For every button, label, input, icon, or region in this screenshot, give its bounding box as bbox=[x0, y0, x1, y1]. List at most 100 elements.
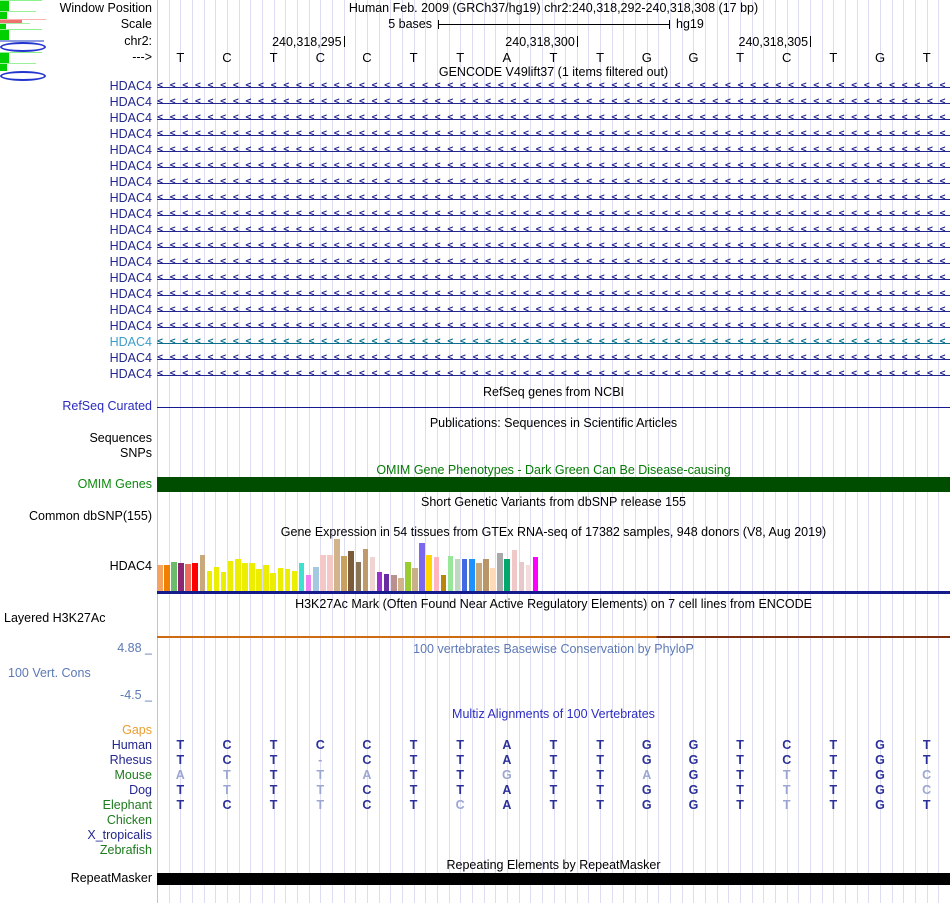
gtex-bar[interactable] bbox=[476, 563, 482, 591]
gtex-bar[interactable] bbox=[390, 575, 397, 591]
gtex-bar[interactable] bbox=[206, 571, 213, 591]
h3k27ac-track-label[interactable]: Layered H3K27Ac bbox=[4, 612, 105, 625]
gtex-bar[interactable] bbox=[192, 563, 199, 591]
species-label[interactable]: Elephant bbox=[0, 798, 152, 813]
gene-label[interactable]: HDAC4 bbox=[0, 128, 152, 141]
transcript-line[interactable]: <<<<<<<<<<<<<<<<<<<<<<<<<<<<<<<<<<<<<<<<… bbox=[157, 287, 950, 303]
gene-label[interactable]: HDAC4 bbox=[0, 224, 152, 237]
dbsnp-track-label[interactable]: Common dbSNP(155) bbox=[0, 510, 152, 523]
gtex-bar[interactable] bbox=[334, 539, 340, 591]
gtex-title[interactable]: Gene Expression in 54 tissues from GTEx … bbox=[157, 526, 950, 539]
gene-label[interactable]: HDAC4 bbox=[0, 160, 152, 173]
gtex-bar[interactable] bbox=[525, 565, 532, 591]
species-label[interactable]: Mouse bbox=[0, 768, 152, 783]
omim-track-label[interactable]: OMIM Genes bbox=[0, 478, 152, 491]
gtex-bar[interactable] bbox=[270, 573, 277, 591]
gtex-bar[interactable] bbox=[341, 556, 347, 591]
gtex-bar[interactable] bbox=[171, 562, 177, 591]
gtex-bar[interactable] bbox=[398, 578, 404, 591]
gtex-bar[interactable] bbox=[249, 563, 255, 591]
species-label[interactable]: Rhesus bbox=[0, 753, 152, 768]
gtex-bar[interactable] bbox=[433, 557, 440, 591]
gene-label[interactable]: HDAC4 bbox=[0, 96, 152, 109]
gtex-bar[interactable] bbox=[369, 557, 376, 591]
species-label[interactable]: Gaps bbox=[0, 723, 152, 738]
gene-label[interactable]: HDAC4 bbox=[0, 240, 152, 253]
transcript-line[interactable]: <<<<<<<<<<<<<<<<<<<<<<<<<<<<<<<<<<<<<<<<… bbox=[157, 239, 950, 255]
refseq-gene-line[interactable] bbox=[157, 407, 950, 408]
conservation-title[interactable]: 100 vertebrates Basewise Conservation by… bbox=[157, 643, 950, 656]
gtex-bar[interactable] bbox=[320, 555, 326, 591]
gtex-bar[interactable] bbox=[234, 559, 241, 591]
gtex-bar[interactable] bbox=[178, 563, 184, 591]
gtex-bar[interactable] bbox=[447, 556, 454, 591]
gtex-bar[interactable] bbox=[242, 563, 248, 591]
gtex-bar[interactable] bbox=[454, 559, 461, 591]
gtex-bar[interactable] bbox=[518, 562, 525, 591]
gtex-bar[interactable] bbox=[490, 568, 496, 591]
gtex-bar[interactable] bbox=[305, 575, 312, 591]
gtex-bar[interactable] bbox=[185, 564, 191, 591]
gtex-bar[interactable] bbox=[532, 557, 539, 591]
gtex-bar[interactable] bbox=[199, 555, 206, 591]
gene-label[interactable]: HDAC4 bbox=[0, 320, 152, 333]
transcript-line[interactable]: <<<<<<<<<<<<<<<<<<<<<<<<<<<<<<<<<<<<<<<<… bbox=[157, 127, 950, 143]
transcript-line[interactable]: <<<<<<<<<<<<<<<<<<<<<<<<<<<<<<<<<<<<<<<<… bbox=[157, 95, 950, 111]
refseq-title[interactable]: RefSeq genes from NCBI bbox=[157, 386, 950, 399]
transcript-line[interactable]: <<<<<<<<<<<<<<<<<<<<<<<<<<<<<<<<<<<<<<<<… bbox=[157, 319, 950, 335]
sequences-track-label[interactable]: Sequences bbox=[0, 432, 152, 445]
gene-label[interactable]: HDAC4 bbox=[0, 352, 152, 365]
h3k27ac-baseline[interactable] bbox=[157, 636, 950, 638]
gtex-bar[interactable] bbox=[440, 575, 447, 591]
transcript-line[interactable]: <<<<<<<<<<<<<<<<<<<<<<<<<<<<<<<<<<<<<<<<… bbox=[157, 367, 950, 383]
transcript-line[interactable]: <<<<<<<<<<<<<<<<<<<<<<<<<<<<<<<<<<<<<<<<… bbox=[157, 207, 950, 223]
gtex-bar[interactable] bbox=[263, 565, 269, 591]
gene-label[interactable]: HDAC4 bbox=[0, 288, 152, 301]
gtex-bar[interactable] bbox=[355, 562, 362, 591]
gtex-bar[interactable] bbox=[284, 569, 291, 591]
refseq-track-label[interactable]: RefSeq Curated bbox=[0, 400, 152, 413]
transcript-line[interactable]: <<<<<<<<<<<<<<<<<<<<<<<<<<<<<<<<<<<<<<<<… bbox=[157, 303, 950, 319]
gtex-bar[interactable] bbox=[348, 551, 355, 591]
gene-label[interactable]: HDAC4 bbox=[0, 368, 152, 381]
snps-track-label[interactable]: SNPs bbox=[0, 447, 152, 460]
h3k27ac-title[interactable]: H3K27Ac Mark (Often Found Near Active Re… bbox=[157, 598, 950, 611]
omim-gene-bar[interactable] bbox=[157, 477, 950, 492]
gene-label[interactable]: HDAC4 bbox=[0, 112, 152, 125]
gtex-bar[interactable] bbox=[426, 555, 432, 591]
species-label[interactable]: Chicken bbox=[0, 813, 152, 828]
species-label[interactable]: Dog bbox=[0, 783, 152, 798]
gene-label[interactable]: HDAC4 bbox=[0, 272, 152, 285]
repeatmasker-title[interactable]: Repeating Elements by RepeatMasker bbox=[157, 859, 950, 872]
omim-title[interactable]: OMIM Gene Phenotypes - Dark Green Can Be… bbox=[157, 464, 950, 477]
gtex-bar[interactable] bbox=[291, 571, 298, 591]
gtex-bar[interactable] bbox=[277, 568, 284, 591]
transcript-line[interactable]: <<<<<<<<<<<<<<<<<<<<<<<<<<<<<<<<<<<<<<<<… bbox=[157, 143, 950, 159]
gtex-bar[interactable] bbox=[511, 550, 518, 591]
transcript-line[interactable]: <<<<<<<<<<<<<<<<<<<<<<<<<<<<<<<<<<<<<<<<… bbox=[157, 335, 950, 351]
gtex-bar[interactable] bbox=[220, 572, 227, 591]
publications-title[interactable]: Publications: Sequences in Scientific Ar… bbox=[157, 417, 950, 430]
transcript-line[interactable]: <<<<<<<<<<<<<<<<<<<<<<<<<<<<<<<<<<<<<<<<… bbox=[157, 255, 950, 271]
gtex-bar[interactable] bbox=[164, 565, 170, 591]
repeatmasker-bar[interactable] bbox=[157, 873, 950, 885]
gtex-bar[interactable] bbox=[483, 559, 489, 591]
dbsnp-title[interactable]: Short Genetic Variants from dbSNP releas… bbox=[157, 496, 950, 509]
gtex-bar[interactable] bbox=[312, 567, 319, 591]
transcript-line[interactable]: <<<<<<<<<<<<<<<<<<<<<<<<<<<<<<<<<<<<<<<<… bbox=[157, 159, 950, 175]
transcript-line[interactable]: <<<<<<<<<<<<<<<<<<<<<<<<<<<<<<<<<<<<<<<<… bbox=[157, 79, 950, 95]
gtex-bar[interactable] bbox=[412, 568, 418, 591]
gtex-bar[interactable] bbox=[419, 543, 425, 591]
gtex-bar[interactable] bbox=[383, 574, 390, 591]
gtex-bar[interactable] bbox=[213, 567, 220, 591]
gtex-bar[interactable] bbox=[362, 549, 369, 591]
species-label[interactable]: Human bbox=[0, 738, 152, 753]
gtex-bar[interactable] bbox=[227, 561, 234, 591]
gene-label[interactable]: HDAC4 bbox=[0, 304, 152, 317]
gtex-bar[interactable] bbox=[327, 555, 333, 591]
transcript-line[interactable]: <<<<<<<<<<<<<<<<<<<<<<<<<<<<<<<<<<<<<<<<… bbox=[157, 351, 950, 367]
gtex-bar[interactable] bbox=[256, 569, 262, 591]
gtex-bar[interactable] bbox=[497, 553, 503, 591]
transcript-line[interactable]: <<<<<<<<<<<<<<<<<<<<<<<<<<<<<<<<<<<<<<<<… bbox=[157, 223, 950, 239]
transcript-line[interactable]: <<<<<<<<<<<<<<<<<<<<<<<<<<<<<<<<<<<<<<<<… bbox=[157, 271, 950, 287]
